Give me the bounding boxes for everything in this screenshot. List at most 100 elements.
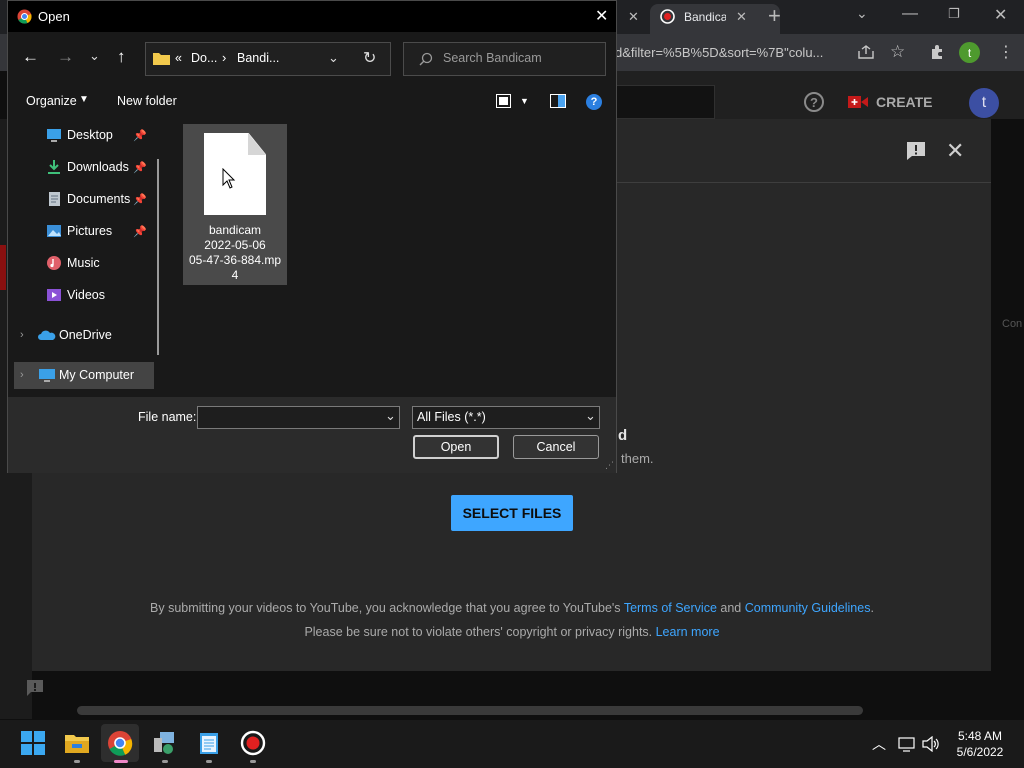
dialog-divider (617, 182, 991, 183)
expand-chevron-icon[interactable]: › (20, 329, 24, 341)
share-icon[interactable] (857, 44, 875, 60)
resize-grip-icon[interactable]: ⋰ (605, 460, 614, 471)
mouse-cursor-icon (222, 168, 236, 189)
create-button[interactable]: CREATE (848, 88, 933, 116)
path-segment-bandicam[interactable]: Bandi... (237, 51, 279, 65)
chrome-taskbar-icon[interactable] (107, 730, 133, 756)
nav-item-documents[interactable]: Documents 📌 (8, 186, 166, 212)
taskbar-clock[interactable]: 5:48 AM 5/6/2022 (944, 728, 1016, 760)
footer-text: . (870, 601, 874, 615)
path-overflow[interactable]: « (175, 51, 182, 65)
nav-item-music[interactable]: Music (8, 250, 166, 276)
show-hidden-icons-chevron-icon[interactable]: ︿ (872, 734, 886, 754)
feedback-icon[interactable] (905, 140, 927, 162)
organize-button[interactable]: Organize (26, 94, 77, 108)
up-arrow-icon[interactable]: ↑ (117, 47, 126, 67)
refresh-icon[interactable]: ↻ (363, 48, 376, 68)
extensions-icon[interactable] (929, 44, 945, 60)
address-bar-url[interactable]: d&filter=%5B%5D&sort=%7B"colu... (615, 45, 823, 60)
open-button[interactable]: Open (413, 435, 499, 459)
yt-avatar[interactable]: t (969, 88, 999, 118)
view-options-icon[interactable] (496, 94, 511, 108)
tab-title: Bandica (684, 10, 726, 24)
minimize-icon[interactable]: — (902, 5, 918, 23)
search-icon (419, 52, 433, 66)
guidelines-link[interactable]: Community Guidelines (745, 601, 871, 615)
network-icon[interactable] (898, 736, 916, 752)
file-explorer-icon[interactable] (64, 730, 90, 756)
close-window-icon[interactable]: ✕ (994, 5, 1007, 25)
file-type-dropdown-icon[interactable]: ⌄ (585, 408, 596, 424)
help-icon[interactable]: ? (804, 92, 824, 112)
desktop-icon (47, 129, 61, 142)
yt-search-input[interactable] (617, 85, 715, 119)
file-label-line: bandicam (208, 223, 262, 237)
restore-icon[interactable]: ❐ (948, 6, 960, 22)
tab-close-icon[interactable]: ✕ (736, 9, 747, 25)
file-name-label: File name: (138, 410, 197, 424)
terms-link[interactable]: Terms of Service (624, 601, 717, 615)
tab-close-icon[interactable]: ✕ (628, 9, 639, 25)
documents-icon (49, 192, 60, 206)
control-panel-icon[interactable] (152, 730, 178, 756)
path-segment-documents[interactable]: Do... (191, 51, 217, 65)
search-placeholder: Search Bandicam (443, 51, 542, 65)
pin-icon: 📌 (133, 161, 147, 174)
preview-pane-icon[interactable] (550, 94, 566, 108)
running-indicator (162, 760, 168, 763)
close-upload-dialog-icon[interactable]: ✕ (946, 138, 964, 164)
back-arrow-icon[interactable]: ← (22, 47, 39, 67)
file-type-select[interactable]: All Files (*.*) (412, 406, 600, 429)
footer-text: Please be sure not to violate others' co… (304, 625, 656, 639)
start-button-icon[interactable] (20, 730, 46, 756)
running-indicator (206, 760, 212, 763)
organize-dropdown-icon[interactable]: ▼ (79, 94, 89, 105)
expand-chevron-icon[interactable]: › (20, 369, 24, 381)
new-folder-button[interactable]: New folder (117, 94, 177, 108)
computer-icon (39, 369, 55, 382)
file-label-line: 05-47-36-884.mp (188, 253, 282, 267)
running-indicator (74, 760, 80, 763)
open-file-dialog: Open ✕ ← → ⌄ ↑ « Do... › Bandi... ⌄ ↻ Se… (7, 0, 617, 473)
nav-item-my-computer[interactable]: › My Computer (8, 362, 166, 388)
volume-icon[interactable] (922, 736, 940, 752)
dialog-titlebar (8, 1, 616, 32)
clock-time: 5:48 AM (957, 729, 1003, 743)
tab-search-icon[interactable]: ⌄ (856, 5, 868, 22)
file-name-dropdown-icon[interactable]: ⌄ (385, 408, 396, 424)
footer-line-1: By submitting your videos to YouTube, yo… (0, 601, 1024, 615)
nav-item-onedrive[interactable]: › OneDrive (8, 322, 166, 348)
folder-icon (153, 53, 170, 65)
videos-icon (47, 289, 61, 301)
cancel-button[interactable]: Cancel (513, 435, 599, 459)
nav-item-label: OneDrive (59, 328, 112, 342)
help-icon[interactable]: ? (586, 94, 602, 110)
bandicam-taskbar-icon[interactable] (240, 730, 266, 756)
downloads-icon (48, 160, 60, 174)
create-label: CREATE (876, 94, 933, 110)
horizontal-scrollbar[interactable] (77, 706, 863, 715)
nav-item-desktop[interactable]: Desktop 📌 (8, 122, 166, 148)
yt-sidebar-accent (0, 245, 6, 290)
path-dropdown-chevron-icon[interactable]: ⌄ (328, 50, 339, 66)
profile-avatar[interactable]: t (959, 42, 980, 63)
nav-item-pictures[interactable]: Pictures 📌 (8, 218, 166, 244)
file-type-value: All Files (*.*) (417, 410, 486, 424)
bookmark-star-icon[interactable]: ☆ (890, 42, 905, 62)
new-tab-button[interactable]: + (768, 3, 781, 29)
running-indicator (250, 760, 256, 763)
drag-subtitle-fragment: them. (621, 451, 654, 466)
chrome-menu-icon[interactable]: ⋮ (998, 42, 1014, 62)
nav-item-videos[interactable]: Videos (8, 282, 166, 308)
forward-arrow-icon[interactable]: → (57, 47, 74, 67)
nav-item-downloads[interactable]: Downloads 📌 (8, 154, 166, 180)
learn-more-link[interactable]: Learn more (656, 625, 720, 639)
notepad-icon[interactable] (196, 730, 222, 756)
dialog-close-icon[interactable]: ✕ (595, 6, 608, 26)
recent-locations-chevron-icon[interactable]: ⌄ (89, 48, 100, 64)
feedback-sidebar-icon[interactable] (25, 678, 45, 698)
file-name-input[interactable] (197, 406, 400, 429)
view-dropdown-icon[interactable]: ▼ (520, 96, 529, 106)
footer-text: and (716, 601, 745, 615)
select-files-button[interactable]: SELECT FILES (451, 495, 573, 531)
